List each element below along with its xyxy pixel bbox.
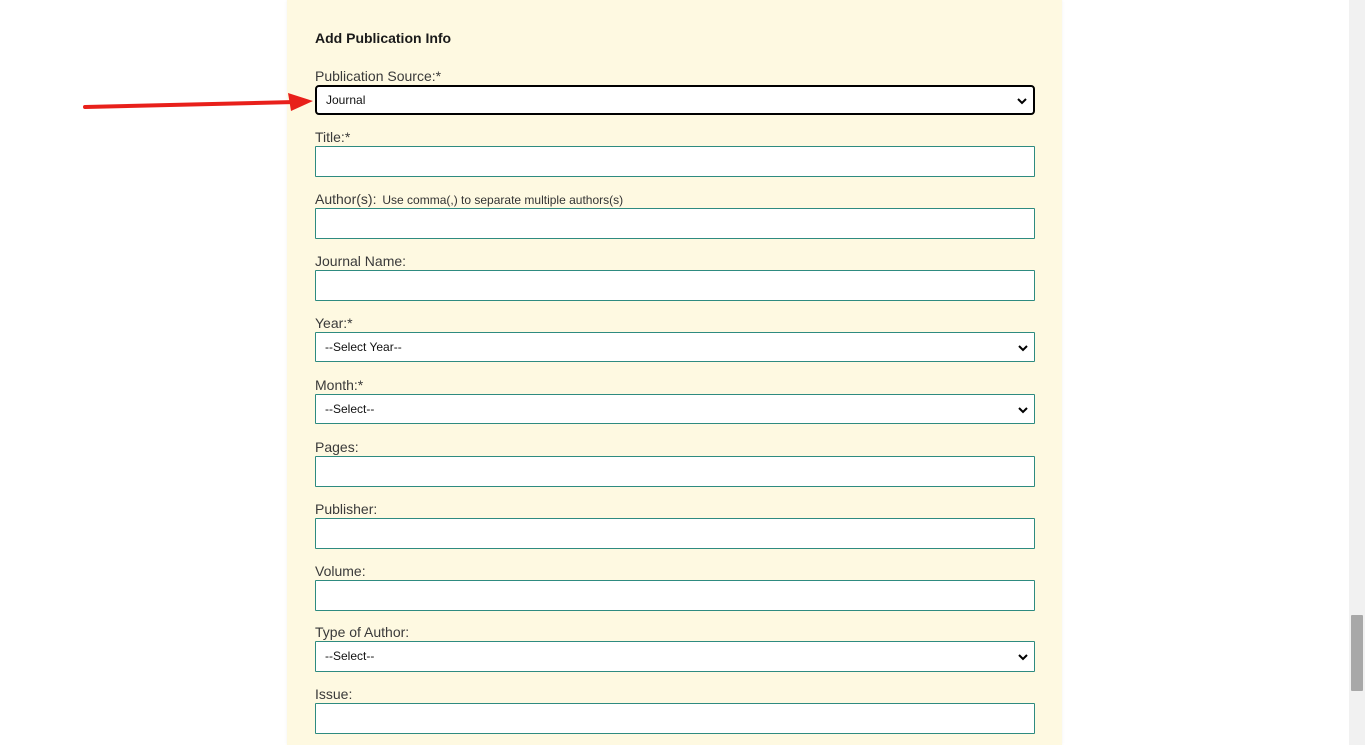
type-of-author-label: Type of Author: [315,624,410,640]
authors-input[interactable] [315,208,1035,239]
title-label: Title:* [315,129,351,145]
authors-label: Author(s): Use comma(,) to separate mult… [315,191,623,207]
type-of-author-select[interactable]: --Select-- [315,641,1035,672]
journal-name-label: Journal Name: [315,253,407,269]
scrollbar-thumb[interactable] [1351,615,1363,691]
month-value: --Select-- [325,402,375,416]
pages-label: Pages: [315,439,359,455]
month-select[interactable]: --Select-- [315,394,1035,424]
red-arrow-icon [83,93,313,111]
month-label: Month:* [315,377,364,393]
chevron-down-icon [1018,654,1028,661]
chevron-down-icon [1018,345,1028,352]
publication-source-label: Publication Source:* [315,68,442,84]
issue-label: Issue: [315,686,353,702]
journal-name-input[interactable] [315,270,1035,301]
publication-source-select[interactable]: Journal [315,85,1035,115]
pages-input[interactable] [315,456,1035,487]
year-label: Year:* [315,315,353,331]
authors-hint: Use comma(,) to separate multiple author… [382,193,624,207]
form-heading: Add Publication Info [315,30,452,46]
volume-input[interactable] [315,580,1035,611]
year-select[interactable]: --Select Year-- [315,332,1035,362]
publication-source-value: Journal [326,93,366,107]
authors-label-text: Author(s): [315,191,377,207]
chevron-down-icon [1017,98,1027,105]
volume-label: Volume: [315,563,366,579]
title-input[interactable] [315,146,1035,177]
year-value: --Select Year-- [325,340,402,354]
publisher-input[interactable] [315,518,1035,549]
publisher-label: Publisher: [315,501,378,517]
chevron-down-icon [1018,407,1028,414]
type-of-author-value: --Select-- [325,649,375,663]
issue-input[interactable] [315,703,1035,734]
